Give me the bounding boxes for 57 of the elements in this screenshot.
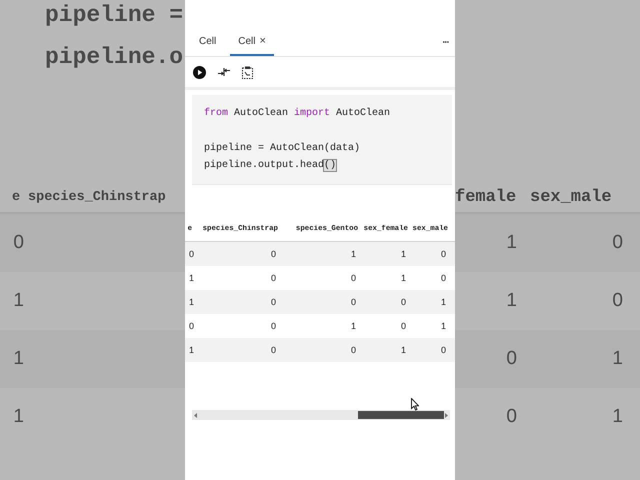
table-cell-text: 1 [400, 273, 407, 283]
column-header: sex_male [530, 188, 613, 206]
table-cell-text: 0 [350, 273, 357, 283]
table-cell-text: 0 [270, 321, 277, 331]
table-cell-text: 0 [270, 345, 277, 355]
table-cell-text: 0 [400, 321, 407, 331]
column-header: species_Chinstrap [28, 190, 167, 204]
table-cell-text: 0 [350, 297, 357, 307]
column-header: e [11, 190, 22, 204]
table-cell-text: 0 [188, 249, 195, 259]
clipboard-icon[interactable] [242, 66, 253, 78]
left-arrow-icon[interactable] [194, 412, 198, 418]
arrows-icon[interactable] [218, 67, 230, 77]
table-cell-text: 1 [440, 321, 447, 331]
table-cell-text: 1 [505, 290, 518, 312]
code-cell[interactable]: from AutoClean import AutoClean pipeline = AutoClean(data) pipeline.output.head() [192, 95, 452, 185]
table-cell-text: 0 [12, 232, 25, 254]
close-icon[interactable]: × [259, 35, 266, 47]
right-arrow-icon[interactable] [444, 412, 448, 418]
table-cell-text: 0 [505, 348, 518, 370]
table-cell-text: 1 [440, 297, 447, 307]
mouse-cursor-icon [411, 398, 419, 411]
code-line: from AutoClean import AutoClean [204, 106, 392, 121]
code-line: pipeline.output.head() [204, 158, 338, 173]
code-line: pipeline = [45, 1, 184, 30]
table-cell-text: 1 [188, 345, 195, 355]
table-cell-text: 1 [400, 345, 407, 355]
table-cell-text: 0 [400, 297, 407, 307]
table-cell-text: 1 [505, 232, 518, 254]
table-cell-text: 0 [440, 345, 447, 355]
code-line: pipeline = AutoClean(data) [204, 142, 362, 156]
table-cell-text: 1 [611, 348, 624, 370]
table-cell-text: 0 [350, 345, 357, 355]
table-cell-text: 0 [270, 249, 277, 259]
table-cell-text: 1 [400, 249, 407, 259]
table-cell-text: 0 [611, 290, 624, 312]
table-cell-text: 0 [440, 273, 447, 283]
table-cell-text: 0 [440, 249, 447, 259]
code-line: pipeline.o [45, 43, 184, 72]
table-cell-text: 1 [12, 290, 25, 312]
table-cell-text: 1 [611, 406, 624, 428]
scrollbar-thumb[interactable] [358, 411, 444, 419]
table-cell-text: 0 [505, 406, 518, 428]
column-header: female [455, 188, 518, 206]
table-cell-text: 1 [350, 249, 357, 259]
table-cell-text: 0 [188, 321, 195, 331]
table-cell-text: 1 [12, 348, 25, 370]
table-cell-text: 1 [188, 297, 195, 307]
run-icon[interactable] [193, 66, 206, 78]
table-cell-text: 0 [270, 297, 277, 307]
table-cell-text: 0 [270, 273, 277, 283]
tab[interactable]: Cell × [230, 35, 274, 56]
table-cell-text: 0 [611, 232, 624, 254]
table-cell-text: 1 [350, 321, 357, 331]
tab[interactable]: Cell [191, 36, 224, 56]
table-cell-text: 1 [188, 273, 195, 283]
table-cell-text: 1 [12, 406, 25, 428]
